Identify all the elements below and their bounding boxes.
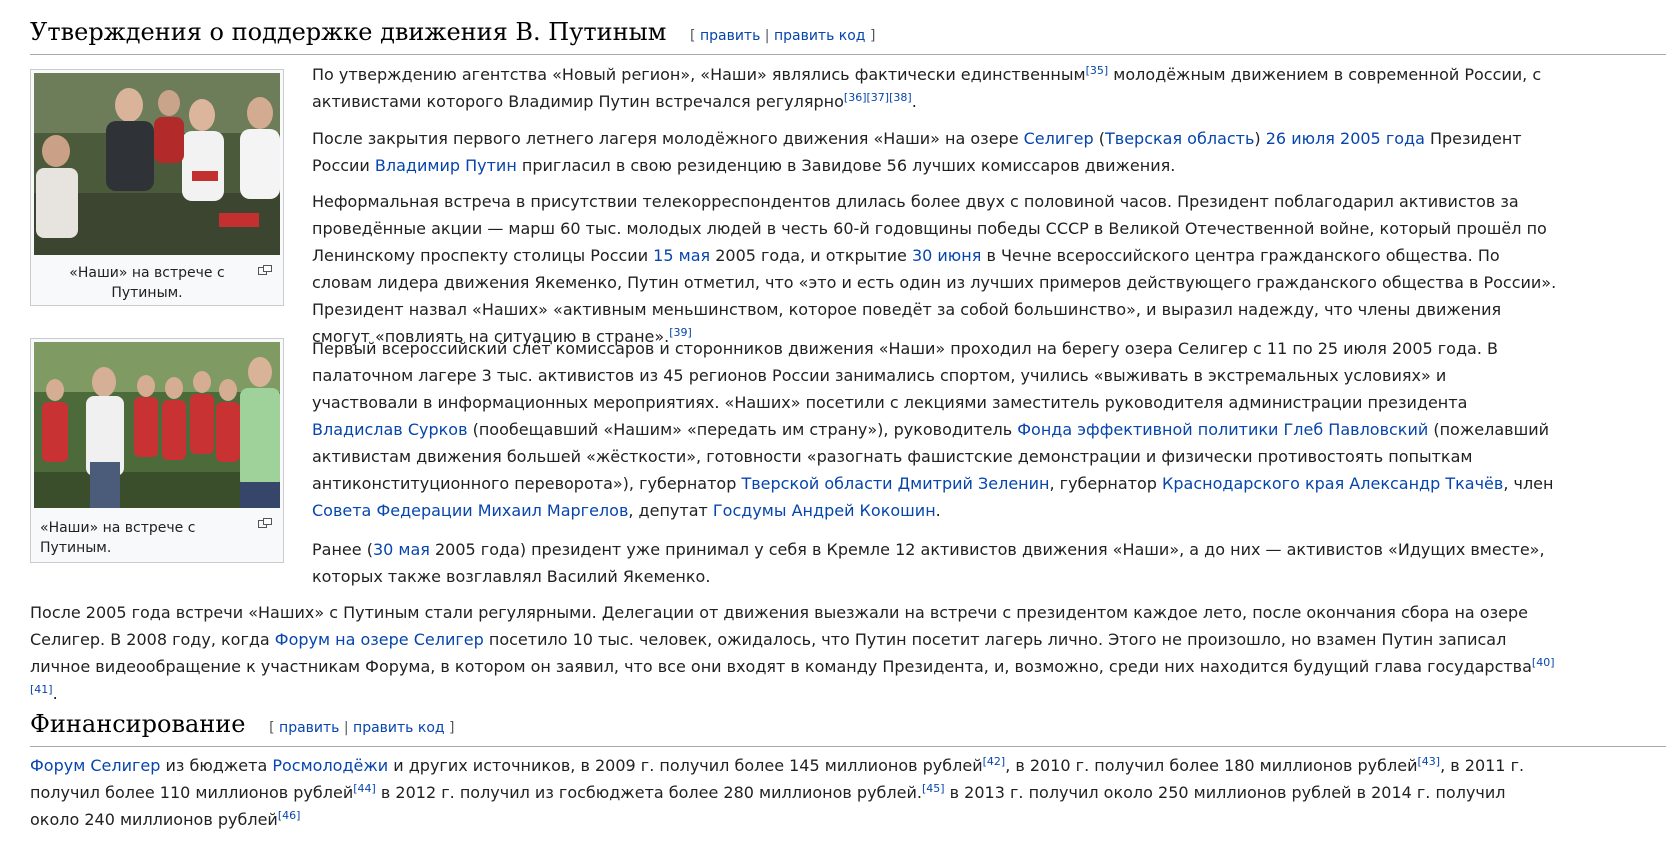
paragraph-6: После 2005 года встречи «Наших» с Путины…	[30, 599, 1557, 707]
link-vladimir-putin[interactable]: Владимир Путин	[375, 156, 517, 175]
text-run: Первый всероссийский слёт комиссаров и с…	[312, 339, 1498, 412]
text-run: (	[1093, 129, 1105, 148]
ref-41[interactable]: [41]	[30, 683, 53, 696]
section-title: Утверждения о поддержке движения В. Пути…	[30, 18, 667, 46]
bracket-open: [	[269, 720, 275, 736]
text-run: .	[935, 501, 941, 520]
link-2005[interactable]: 2005 года	[1340, 129, 1425, 148]
thumbnail-2: «Наши» на встрече с Путиным.	[30, 338, 284, 563]
edit-links: [ править | править код ]	[269, 720, 454, 736]
link-fep[interactable]: Фонда эффективной политики	[1017, 420, 1278, 439]
link-26-july[interactable]: 26 июля	[1266, 129, 1335, 148]
link-surkov[interactable]: Владислав Сурков	[312, 420, 468, 439]
caption-text: «Наши» на встрече с Путиным.	[40, 520, 196, 556]
paragraph-2: После закрытия первого летнего лагеря мо…	[312, 125, 1557, 179]
text-run: , депутат	[628, 501, 713, 520]
section-heading-financing: Финансирование [ править | править код ]	[30, 710, 1666, 747]
link-krasnodar[interactable]: Краснодарского края	[1162, 474, 1344, 493]
edit-code-link[interactable]: править код	[774, 28, 866, 44]
section-heading-putin-support: Утверждения о поддержке движения В. Пути…	[30, 18, 1666, 55]
paragraph-7: Форум Селигер из бюджета Росмолодёжи и д…	[30, 752, 1557, 833]
edit-links: [ править | править код ]	[690, 28, 875, 44]
link-gosduma[interactable]: Госдумы	[713, 501, 787, 520]
text-run: , член	[1503, 474, 1554, 493]
caption-text: «Наши» на встрече с Путиным.	[69, 265, 225, 301]
link-pavlovsky[interactable]: Глеб Павловский	[1284, 420, 1429, 439]
thumbnail-1-caption: «Наши» на встрече с Путиным.	[34, 259, 280, 307]
link-15-may[interactable]: 15 мая	[653, 246, 710, 265]
thumbnail-2-caption: «Наши» на встрече с Путиным.	[34, 512, 280, 562]
link-zelenin[interactable]: Дмитрий Зеленин	[898, 474, 1050, 493]
ref-46[interactable]: [46]	[278, 809, 301, 822]
ref-40[interactable]: [40]	[1532, 656, 1555, 669]
bracket-close: ]	[869, 28, 876, 44]
text-run: После закрытия первого летнего лагеря мо…	[312, 129, 1024, 148]
text-run: 2005 года, и открытие	[710, 246, 912, 265]
text-run: из бюджета	[160, 756, 273, 775]
enlarge-icon[interactable]	[258, 265, 272, 275]
ref-37[interactable]: [37]	[867, 91, 890, 104]
text-run: , в 2010 г. получил более 180 миллионов …	[1005, 756, 1418, 775]
text-run: (пообещавший «Нашим» «передать им страну…	[467, 420, 1018, 439]
link-kokoshin[interactable]: Андрей Кокошин	[792, 501, 936, 520]
bracket-close: ]	[449, 720, 455, 736]
ref-36[interactable]: [36]	[844, 91, 867, 104]
link-30-june[interactable]: 30 июня	[912, 246, 981, 265]
enlarge-icon[interactable]	[258, 518, 272, 528]
ref-35[interactable]: [35]	[1086, 64, 1109, 77]
link-tver-region[interactable]: Тверской области	[741, 474, 892, 493]
text-run: пригласил в свою резиденцию в Завидове 5…	[516, 156, 1176, 175]
thumbnail-1: «Наши» на встрече с Путиным.	[30, 69, 284, 306]
bracket-open: [	[690, 28, 696, 44]
ref-45[interactable]: [45]	[922, 782, 945, 795]
link-federation-council[interactable]: Совета Федерации	[312, 501, 473, 520]
ref-44[interactable]: [44]	[353, 782, 376, 795]
paragraph-3: Неформальная встреча в присутствии телек…	[312, 188, 1557, 350]
photo-putin-meeting-1[interactable]	[34, 73, 280, 259]
link-tkachev[interactable]: Александр Ткачёв	[1349, 474, 1503, 493]
ref-43[interactable]: [43]	[1417, 755, 1440, 768]
text-run: )	[1254, 129, 1266, 148]
text-run: в 2012 г. получил из госбюджета более 28…	[375, 783, 922, 802]
link-margelov[interactable]: Михаил Маргелов	[478, 501, 629, 520]
text-run: , губернатор	[1049, 474, 1163, 493]
photo-putin-meeting-2[interactable]	[34, 342, 280, 512]
paragraph-4: Первый всероссийский слёт комиссаров и с…	[312, 335, 1557, 524]
section-title: Финансирование	[30, 710, 246, 738]
paragraph-1: По утверждению агентства «Новый регион»,…	[312, 61, 1557, 115]
edit-link[interactable]: править	[700, 28, 760, 44]
link-seliger[interactable]: Селигер	[1024, 129, 1094, 148]
separator: |	[343, 720, 349, 736]
link-seliger-forum[interactable]: Форум на озере Селигер	[275, 630, 484, 649]
edit-link[interactable]: править	[279, 720, 339, 736]
link-forum-seliger[interactable]: Форум Селигер	[30, 756, 160, 775]
edit-code-link[interactable]: править код	[353, 720, 445, 736]
text-run: .	[911, 92, 917, 111]
text-run: 2005 года) президент уже принимал у себя…	[312, 540, 1545, 586]
text-run: Ранее (	[312, 540, 373, 559]
text-run: и других источников, в 2009 г. получил б…	[388, 756, 983, 775]
text-run: По утверждению агентства «Новый регион»,…	[312, 65, 1086, 84]
text-run: .	[52, 684, 58, 703]
ref-38[interactable]: [38]	[889, 91, 912, 104]
link-30-may[interactable]: 30 мая	[373, 540, 430, 559]
link-rosmolodezh[interactable]: Росмолодёжи	[272, 756, 388, 775]
separator: |	[764, 28, 770, 44]
link-tver-oblast[interactable]: Тверская область	[1105, 129, 1254, 148]
ref-42[interactable]: [42]	[983, 755, 1006, 768]
paragraph-5: Ранее (30 мая 2005 года) президент уже п…	[312, 536, 1557, 590]
